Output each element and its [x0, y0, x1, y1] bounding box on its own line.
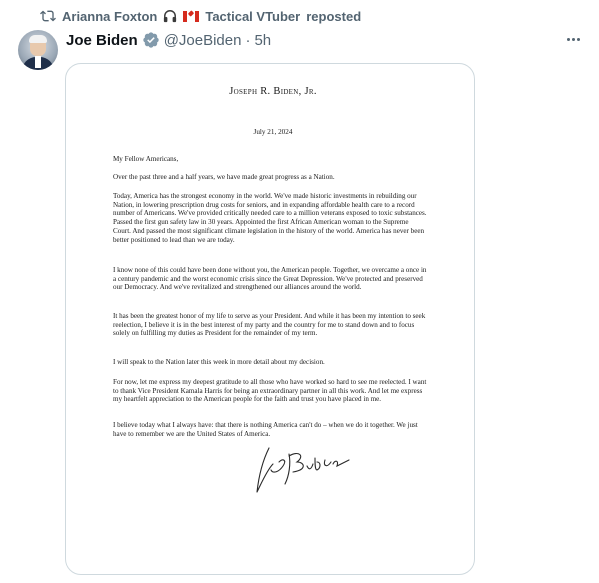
repost-indicator[interactable]: Arianna Foxton Tactical VTuber reposted	[40, 7, 361, 25]
letter-paragraph: For now, let me express my deepest grati…	[113, 378, 427, 404]
letter-paragraph: It has been the greatest honor of my lif…	[113, 312, 426, 338]
letter-salutation: My Fellow Americans,	[113, 155, 179, 163]
reposter-suffix: Tactical VTuber	[205, 8, 301, 24]
letter-paragraph: I know none of this could have been done…	[113, 266, 427, 292]
timestamp[interactable]: 5h	[254, 32, 271, 49]
avatar[interactable]	[18, 30, 58, 70]
letter-paragraph: Over the past three and a half years, we…	[113, 173, 335, 181]
separator-dot: ·	[245, 31, 251, 49]
letter-paragraph: I will speak to the Nation later this we…	[113, 358, 325, 366]
letterhead-text: Joseph R. Biden, Jr.	[229, 86, 317, 97]
post-header: Joe Biden @JoeBiden · 5h	[66, 30, 271, 50]
letter-date: July 21, 2024	[253, 128, 293, 136]
canada-flag-icon	[183, 9, 200, 22]
letter-paragraph: Today, America has the strongest economy…	[113, 192, 427, 244]
more-options-icon[interactable]	[560, 28, 586, 50]
reposter-name[interactable]: Arianna Foxton	[62, 9, 157, 24]
verified-badge-icon[interactable]	[142, 31, 160, 50]
display-name[interactable]: Joe Biden	[66, 32, 138, 49]
headphones-icon	[163, 9, 177, 24]
letter-paragraph: I believe today what I always have: that…	[113, 421, 418, 438]
repost-icon	[40, 8, 56, 24]
reposted-label: reposted	[306, 8, 362, 24]
letterhead: Joseph R. Biden, Jr.	[113, 86, 433, 97]
handle[interactable]: @JoeBiden	[164, 32, 242, 49]
signature	[256, 447, 350, 493]
post-image-card[interactable]: Joseph R. Biden, Jr. July 21, 2024 My Fe…	[65, 63, 475, 575]
